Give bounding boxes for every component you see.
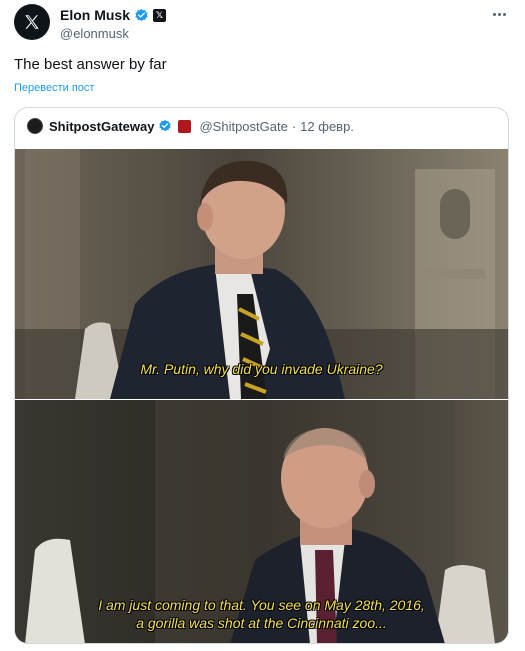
subtitle-bottom-line1: I am just coming to that. You see on May…	[98, 597, 425, 613]
verified-badge-icon[interactable]	[158, 119, 172, 133]
verified-badge-icon[interactable]	[134, 8, 149, 23]
author-handle[interactable]: @elonmusk	[60, 26, 166, 41]
quoted-tweet[interactable]: ShitpostGateway @ShitpostGate · 12 февр.	[14, 107, 509, 644]
meme-panel-top: Mr. Putin, why did you invade Ukraine?	[15, 149, 508, 399]
meme-panel-bottom: I am just coming to that. You see on May…	[15, 400, 508, 643]
quoted-author-name[interactable]: ShitpostGateway	[49, 119, 154, 134]
quoted-tweet-header: ShitpostGateway @ShitpostGate · 12 февр.	[27, 118, 354, 134]
subtitle-top: Mr. Putin, why did you invade Ukraine?	[140, 361, 383, 377]
affiliation-badge-icon[interactable]: 𝕏	[153, 8, 167, 22]
tweet: Elon Musk 𝕏 @elonmusk The best answer by…	[0, 0, 525, 651]
tweet-text: The best answer by far	[14, 56, 167, 73]
quoted-author-handle[interactable]: @ShitpostGate	[199, 119, 287, 134]
more-options-icon[interactable]	[489, 6, 509, 22]
author-info: Elon Musk 𝕏 @elonmusk	[60, 6, 167, 41]
x-logo-icon	[25, 15, 39, 29]
separator-dot: ·	[291, 118, 297, 134]
quoted-avatar[interactable]	[27, 118, 43, 134]
quoted-affiliation-icon[interactable]	[178, 119, 192, 133]
subtitle-bottom-line2: a gorilla was shot at the Cincinnati zoo…	[136, 615, 387, 631]
translate-link[interactable]: Перевести пост	[14, 82, 94, 94]
quoted-date[interactable]: 12 февр.	[300, 119, 354, 134]
author-name[interactable]: Elon Musk	[60, 7, 130, 23]
avatar[interactable]	[14, 4, 50, 40]
